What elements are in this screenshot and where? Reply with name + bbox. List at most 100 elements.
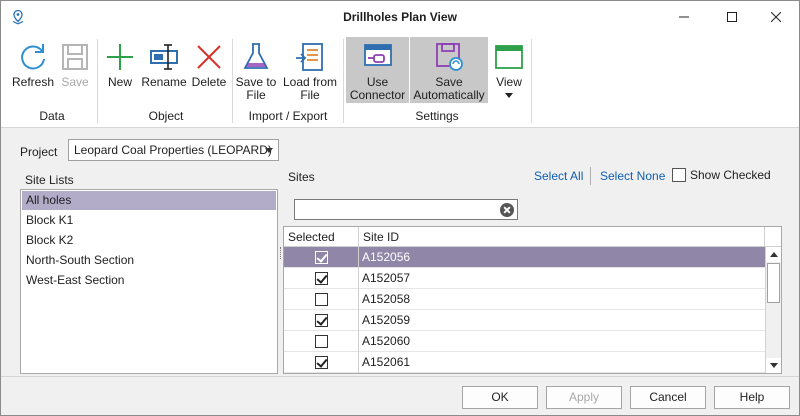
table-row[interactable]: A152060 (284, 331, 765, 352)
scroll-thumb[interactable] (767, 263, 780, 303)
new-button[interactable]: New (103, 37, 137, 103)
selected-cell (284, 331, 359, 352)
clear-search-icon[interactable] (500, 203, 514, 217)
group-label-object: Object (148, 109, 184, 123)
refresh-icon (21, 44, 45, 70)
scroll-down-arrow-icon[interactable] (766, 358, 781, 373)
maximize-icon (727, 12, 737, 22)
scroll-up-arrow-icon[interactable] (766, 247, 781, 262)
site-id-cell: A152061 (362, 355, 411, 369)
flask-icon (243, 43, 269, 69)
use-connector-button[interactable]: Use Connector (346, 37, 409, 103)
cancel-button[interactable]: Cancel (630, 386, 706, 409)
show-checked-checkbox[interactable] (672, 168, 686, 182)
site-list-item-block-k2[interactable]: Block K2 (22, 231, 276, 250)
delete-button[interactable]: Delete (190, 37, 228, 103)
site-list-item-west-east[interactable]: West-East Section (22, 271, 276, 290)
delete-x-icon (197, 45, 221, 69)
chevron-down-icon (505, 93, 513, 98)
row-checkbox[interactable] (315, 335, 328, 348)
site-id-cell: A152056 (362, 250, 411, 264)
title-bar: Drillholes Plan View (1, 1, 799, 33)
view-dropdown-button[interactable]: View (491, 37, 527, 103)
load-from-file-label: Load from File (280, 76, 340, 102)
save-button[interactable]: Save (58, 37, 92, 103)
row-checkbox[interactable] (315, 356, 328, 369)
ribbon-separator (97, 39, 98, 123)
group-label-data: Data (39, 109, 65, 123)
close-button[interactable] (753, 1, 799, 33)
ribbon-separator (343, 39, 344, 123)
selected-cell (284, 268, 359, 289)
sites-grid: Selected Site ID A152056 A152057 A152058… (283, 226, 782, 374)
load-from-file-label-line2: File (300, 88, 320, 102)
selected-cell (284, 352, 359, 373)
project-label: Project (20, 145, 58, 159)
column-header-selected[interactable]: Selected (284, 227, 359, 247)
row-checkbox[interactable] (315, 251, 328, 264)
table-row[interactable]: A152058 (284, 289, 765, 310)
refresh-button[interactable]: Refresh (9, 37, 57, 103)
save-to-file-button[interactable]: Save to File (235, 37, 277, 103)
close-icon (771, 12, 781, 22)
save-label: Save (61, 75, 89, 89)
apply-button[interactable]: Apply (546, 386, 622, 409)
save-to-file-label: Save to File (235, 76, 277, 102)
ribbon-separator (232, 39, 233, 123)
plus-icon (107, 44, 133, 70)
save-icon (62, 44, 88, 70)
selected-cell (284, 289, 359, 310)
minimize-icon (679, 16, 689, 18)
ribbon: Refresh Save Data New Rename Delete Obje… (1, 33, 799, 128)
table-row[interactable]: A152056 (284, 247, 765, 268)
refresh-label: Refresh (11, 75, 55, 89)
panel-splitter[interactable] (280, 247, 282, 259)
maximize-button[interactable] (709, 1, 755, 33)
select-none-link[interactable]: Select None (600, 169, 665, 183)
chevron-down-icon (265, 148, 273, 153)
table-row[interactable]: A152061 (284, 352, 765, 373)
site-lists-label: Site Lists (25, 173, 74, 187)
connector-icon (363, 44, 392, 66)
drillholes-window: Drillholes Plan View Refresh Save Data N… (0, 0, 800, 416)
site-id-cell: A152060 (362, 334, 411, 348)
rename-icon (150, 44, 178, 70)
sites-label: Sites (288, 170, 315, 184)
new-label: New (107, 75, 132, 89)
view-label: View (496, 75, 522, 89)
site-list-item-all-holes[interactable]: All holes (22, 191, 276, 210)
dialog-footer: OK Apply Cancel Help (1, 376, 799, 415)
grid-header: Selected Site ID (284, 227, 781, 247)
site-list-item-north-south[interactable]: North-South Section (22, 251, 276, 270)
site-id-cell: A152058 (362, 292, 411, 306)
minimize-button[interactable] (661, 1, 707, 33)
save-to-file-label-line2: File (246, 88, 266, 102)
group-label-settings: Settings (415, 109, 459, 123)
grid-vertical-scrollbar[interactable] (765, 247, 781, 373)
selected-cell (284, 247, 359, 268)
ok-button[interactable]: OK (462, 386, 538, 409)
auto-save-icon (436, 43, 463, 71)
project-dropdown[interactable]: Leopard Coal Properties (LEOPARD) (68, 139, 279, 161)
selected-cell (284, 310, 359, 331)
load-from-file-button[interactable]: Load from File (280, 37, 340, 103)
row-checkbox[interactable] (315, 272, 328, 285)
view-window-icon (495, 45, 523, 69)
row-checkbox[interactable] (315, 314, 328, 327)
group-label-import-export: Import / Export (248, 109, 328, 123)
link-separator (590, 167, 591, 185)
column-header-site-id[interactable]: Site ID (359, 227, 765, 247)
row-checkbox[interactable] (315, 293, 328, 306)
project-selected-value: Leopard Coal Properties (LEOPARD) (74, 143, 272, 157)
table-row[interactable]: A152059 (284, 310, 765, 331)
table-row[interactable]: A152057 (284, 268, 765, 289)
rename-button[interactable]: Rename (140, 37, 188, 103)
select-all-link[interactable]: Select All (534, 169, 583, 183)
sites-search-input[interactable] (294, 199, 518, 220)
help-button[interactable]: Help (714, 386, 790, 409)
site-list-item-block-k1[interactable]: Block K1 (22, 211, 276, 230)
site-lists-list[interactable]: All holes Block K1 Block K2 North-South … (20, 189, 278, 374)
save-automatically-label-line2: Automatically (413, 88, 485, 102)
save-automatically-button[interactable]: Save Automatically (410, 37, 488, 103)
use-connector-label: Use Connector (346, 76, 409, 102)
